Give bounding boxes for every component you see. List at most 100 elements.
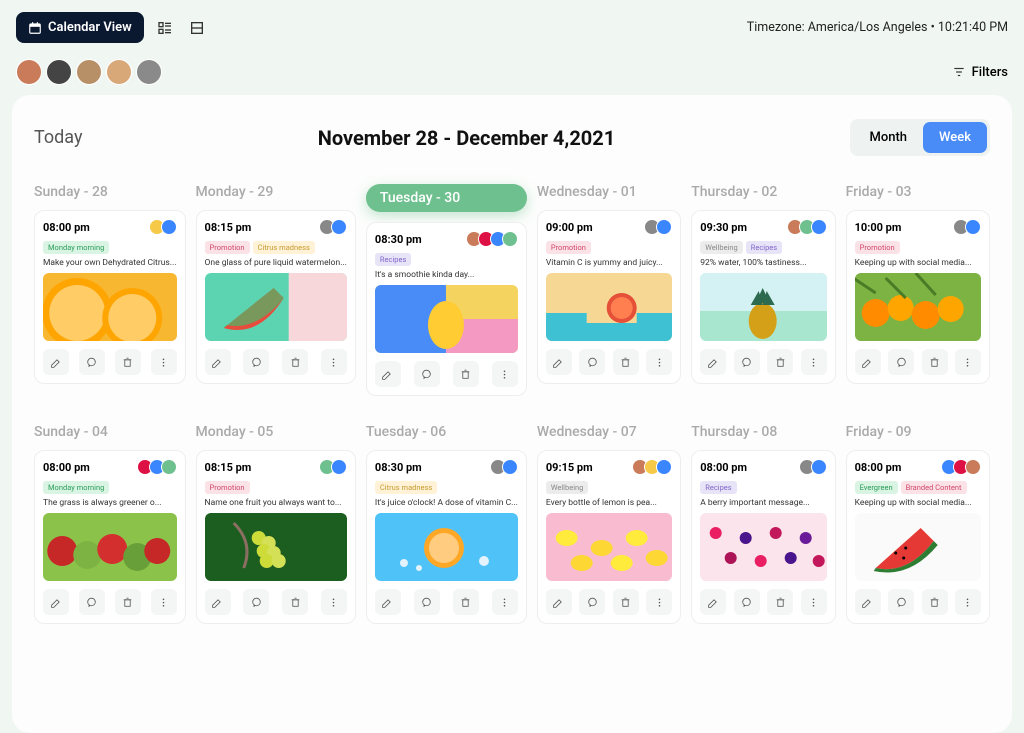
card-description: Every bottle of lemon is pea... [546,498,672,508]
delete-button[interactable] [613,589,639,615]
tag: Monday morning [43,481,109,494]
assignee-avatar [656,459,672,475]
edit-button[interactable] [375,589,401,615]
day-header: Wednesday - 07 [537,424,681,440]
comment-button[interactable] [888,589,914,615]
comment-button[interactable] [734,349,760,375]
more-button[interactable] [955,589,981,615]
card-image [375,513,518,581]
post-card[interactable]: 08:15 pm Promotion Name one fruit you al… [196,450,356,624]
card-image [700,273,826,341]
delete-button[interactable] [115,349,141,375]
assignee-avatar [161,459,177,475]
comment-icon [740,596,753,609]
user-avatar[interactable] [16,59,42,85]
comment-button[interactable] [579,349,605,375]
delete-button[interactable] [453,589,479,615]
comment-button[interactable] [79,589,105,615]
user-avatar[interactable] [76,59,102,85]
edit-button[interactable] [205,349,231,375]
comment-button[interactable] [414,589,440,615]
comment-button[interactable] [79,349,105,375]
day-header: Friday - 09 [846,424,990,440]
delete-button[interactable] [613,349,639,375]
user-avatar[interactable] [136,59,162,85]
filters-button[interactable]: Filters [952,65,1008,80]
edit-button[interactable] [43,349,69,375]
comment-button[interactable] [414,361,440,387]
edit-button[interactable] [205,589,231,615]
more-button[interactable] [321,349,347,375]
delete-icon [619,596,632,609]
user-avatar[interactable] [46,59,72,85]
week-toggle[interactable]: Week [923,122,987,153]
more-button[interactable] [321,589,347,615]
card-time: 08:00 pm [43,221,90,234]
more-button[interactable] [151,349,177,375]
comment-button[interactable] [734,589,760,615]
delete-button[interactable] [767,589,793,615]
edit-button[interactable] [375,361,401,387]
card-time: 08:00 pm [43,461,90,474]
month-toggle[interactable]: Month [853,122,923,153]
post-card[interactable]: 08:30 pm Citrus madness It's juice o'clo… [366,450,527,624]
more-icon [961,356,974,369]
calendar-view-label: Calendar View [48,20,132,35]
comment-button[interactable] [243,349,269,375]
grid-view-icon[interactable] [186,17,208,39]
delete-button[interactable] [453,361,479,387]
assignee-avatar [811,459,827,475]
assignee-avatars [149,219,177,235]
post-card[interactable]: 08:00 pm Monday morning Make your own De… [34,210,186,384]
post-card[interactable]: 08:30 pm Recipes It's a smoothie kinda d… [366,222,527,396]
list-view-icon[interactable] [154,17,176,39]
post-card[interactable]: 10:00 pm Promotion Keeping up with socia… [846,210,990,384]
comment-icon [420,596,433,609]
more-button[interactable] [801,589,827,615]
edit-button[interactable] [855,349,881,375]
calendar-icon [28,21,42,35]
more-button[interactable] [492,589,518,615]
post-card[interactable]: 09:30 pm WellbeingRecipes 92% water, 100… [691,210,835,384]
post-card[interactable]: 09:00 pm Promotion Vitamin C is yummy an… [537,210,681,384]
edit-button[interactable] [546,349,572,375]
delete-button[interactable] [115,589,141,615]
card-description: One glass of pure liquid watermelon... [205,258,347,268]
card-tags: Promotion [205,481,347,494]
edit-button[interactable] [43,589,69,615]
calendar-view-button[interactable]: Calendar View [16,12,144,43]
card-time: 09:00 pm [546,221,593,234]
delete-button[interactable] [767,349,793,375]
edit-button[interactable] [700,349,726,375]
post-card[interactable]: 08:00 pm EvergreenBranded Content Keepin… [846,450,990,624]
post-card[interactable]: 09:15 pm Wellbeing Every bottle of lemon… [537,450,681,624]
more-button[interactable] [955,349,981,375]
more-button[interactable] [151,589,177,615]
edit-button[interactable] [855,589,881,615]
more-button[interactable] [646,349,672,375]
post-card[interactable]: 08:00 pm Monday morning The grass is alw… [34,450,186,624]
more-icon [498,596,511,609]
delete-icon [459,368,472,381]
assignee-avatars [137,459,177,475]
card-image [43,273,177,341]
post-card[interactable]: 08:00 pm Recipes A berry important messa… [691,450,835,624]
comment-icon [586,596,599,609]
more-button[interactable] [801,349,827,375]
edit-button[interactable] [546,589,572,615]
delete-button[interactable] [922,349,948,375]
comment-button[interactable] [888,349,914,375]
more-button[interactable] [492,361,518,387]
more-button[interactable] [646,589,672,615]
edit-button[interactable] [700,589,726,615]
delete-button[interactable] [282,589,308,615]
comment-button[interactable] [243,589,269,615]
card-description: Vitamin C is yummy and juicy... [546,258,672,268]
post-card[interactable]: 08:15 pm PromotionCitrus madness One gla… [196,210,356,384]
more-icon [157,356,170,369]
delete-button[interactable] [282,349,308,375]
user-avatar[interactable] [106,59,132,85]
card-tags: Citrus madness [375,481,518,494]
comment-button[interactable] [579,589,605,615]
delete-button[interactable] [922,589,948,615]
